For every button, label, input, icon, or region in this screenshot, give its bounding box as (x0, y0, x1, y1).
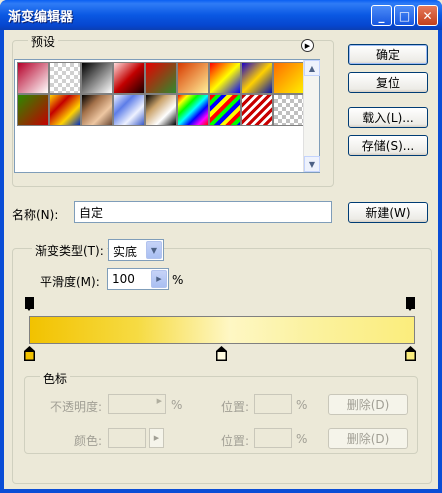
delete-opacity-stop-label: 删除(D) (346, 398, 390, 412)
load-button-label: 载入(L)... (362, 111, 414, 125)
color-label: 颜色: (74, 434, 103, 448)
save-button-label: 存储(S)... (361, 139, 415, 153)
opacity-unit: % (171, 398, 183, 412)
chevron-down-icon: ▼ (308, 159, 316, 169)
preset-swatch[interactable] (273, 94, 305, 126)
dialog-body: 预设 ▶ ▲ ▼ 确定 复位 载入(L)... 存储(S)... 名称(N): … (4, 30, 438, 489)
triangle-right-icon: ▶ (153, 434, 160, 442)
color-location-label: 位置: (221, 434, 250, 448)
opacity-label: 不透明度: (50, 400, 103, 414)
save-button[interactable]: 存储(S)... (348, 135, 428, 156)
color-stop-right[interactable] (405, 346, 416, 361)
name-value: 自定 (79, 206, 104, 220)
preset-swatch[interactable] (113, 62, 145, 94)
color-location-unit: % (296, 432, 308, 446)
maximize-button[interactable]: □ (394, 5, 415, 26)
triangle-right-icon: ▶ (304, 41, 311, 50)
preset-swatch[interactable] (81, 94, 113, 126)
chevron-down-icon[interactable]: ▼ (146, 241, 162, 259)
opacity-stop-right[interactable] (406, 297, 415, 311)
preset-swatch[interactable] (17, 62, 49, 94)
reset-button[interactable]: 复位 (348, 72, 428, 93)
delete-opacity-stop-button[interactable]: 删除(D) (328, 394, 408, 415)
scroll-up-button[interactable]: ▲ (304, 60, 320, 76)
presets-list: ▲ ▼ (14, 59, 320, 173)
delete-color-stop-button[interactable]: 删除(D) (328, 428, 408, 449)
ok-button[interactable]: 确定 (348, 44, 428, 65)
window-title: 渐变编辑器 (8, 10, 74, 25)
preset-swatch[interactable] (177, 62, 209, 94)
color-location-field[interactable] (254, 428, 292, 448)
preset-swatch[interactable] (49, 94, 81, 126)
gradient-preview-bar[interactable] (29, 316, 415, 344)
preset-swatch[interactable] (17, 94, 49, 126)
presets-label: 预设 (28, 33, 59, 50)
gradient-type-label: 渐变类型(T): (32, 242, 107, 259)
load-button[interactable]: 载入(L)... (348, 107, 428, 128)
color-stops-label: 色标 (40, 370, 71, 387)
chevron-up-icon: ▲ (308, 63, 316, 73)
gradient-type-value: 实底 (113, 245, 138, 259)
name-field[interactable]: 自定 (74, 201, 332, 223)
opacity-location-label: 位置: (221, 400, 250, 414)
opacity-location-unit: % (296, 398, 308, 412)
preset-swatch[interactable] (273, 62, 305, 94)
preset-swatch[interactable] (177, 94, 209, 126)
color-picker-button[interactable]: ▶ (149, 428, 164, 448)
maximize-icon: □ (398, 8, 411, 23)
smoothness-unit: % (172, 273, 184, 287)
presets-scrollbar[interactable]: ▲ ▼ (303, 60, 320, 172)
preset-swatch[interactable] (145, 62, 177, 94)
preset-swatch[interactable] (81, 62, 113, 94)
triangle-right-icon[interactable]: ▶ (151, 270, 167, 288)
smoothness-value: 100 (112, 272, 135, 286)
color-stop-left[interactable] (24, 346, 35, 361)
presets-menu-button[interactable]: ▶ (301, 39, 314, 52)
preset-swatch[interactable] (113, 94, 145, 126)
opacity-location-field[interactable] (254, 394, 292, 414)
preset-swatch[interactable] (209, 62, 241, 94)
new-button-label: 新建(W) (365, 206, 411, 220)
minimize-icon: _ (378, 8, 385, 23)
delete-color-stop-label: 删除(D) (346, 432, 390, 446)
color-stop-middle[interactable] (216, 346, 227, 361)
preset-swatch[interactable] (145, 94, 177, 126)
minimize-button[interactable]: _ (371, 5, 392, 26)
titlebar: 渐变编辑器 _ □ ✕ (0, 0, 442, 30)
scroll-down-button[interactable]: ▼ (304, 156, 320, 172)
close-button[interactable]: ✕ (417, 5, 438, 26)
smoothness-field[interactable]: 100 ▶ (107, 268, 169, 290)
triangle-right-icon[interactable]: ▶ (157, 397, 162, 405)
color-swatch[interactable] (108, 428, 146, 448)
gradient-type-select[interactable]: 实底 ▼ (108, 239, 164, 261)
ok-button-label: 确定 (375, 48, 400, 62)
name-label: 名称(N): (12, 208, 59, 222)
close-icon: ✕ (422, 8, 433, 23)
smoothness-label: 平滑度(M): (40, 275, 100, 289)
preset-swatch-grid (17, 62, 305, 126)
opacity-stop-left[interactable] (25, 297, 34, 311)
preset-swatch[interactable] (49, 62, 81, 94)
preset-swatch[interactable] (241, 62, 273, 94)
preset-swatch[interactable] (241, 94, 273, 126)
opacity-field[interactable]: ▶ (108, 394, 166, 414)
preset-swatch[interactable] (209, 94, 241, 126)
reset-button-label: 复位 (375, 76, 400, 90)
gradient-editor-window: 渐变编辑器 _ □ ✕ 预设 ▶ ▲ ▼ 确定 复位 载入(L)... 存储(S… (0, 0, 442, 493)
new-button[interactable]: 新建(W) (348, 202, 428, 223)
